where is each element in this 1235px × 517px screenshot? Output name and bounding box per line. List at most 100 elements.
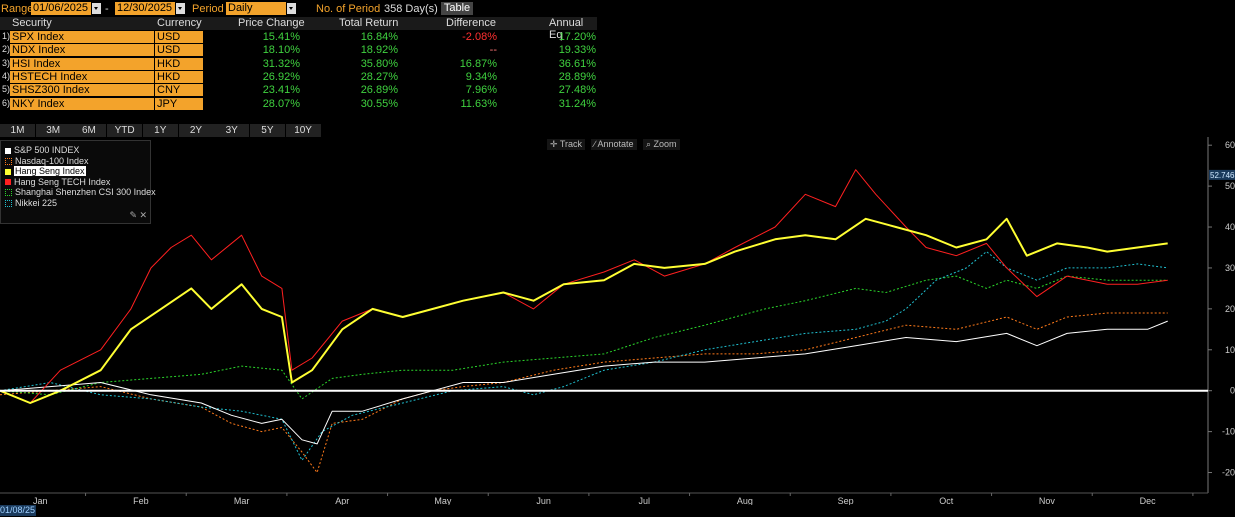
chart-legend: ✎ ✕ S&P 500 INDEX Nasdaq-100 Index Hang Se… — [0, 140, 156, 224]
security-name[interactable]: SHSZ300 Index — [10, 84, 154, 97]
legend-item[interactable]: Hang Seng Index — [5, 166, 86, 177]
row-number: 1) — [2, 31, 11, 41]
tab-6m[interactable]: 6M — [71, 124, 108, 137]
period-label: Period — [192, 3, 224, 15]
tab-3y[interactable]: 3Y — [214, 124, 251, 137]
y-tick-label: 60 — [1225, 140, 1235, 150]
tab-1m[interactable]: 1M — [0, 124, 36, 137]
total-return: 16.84% — [360, 31, 398, 43]
price-change: 26.92% — [262, 70, 300, 83]
end-date-dropdown-icon[interactable] — [176, 3, 185, 14]
x-tick-label: Oct — [939, 496, 954, 505]
tool-label: Track — [559, 139, 583, 149]
legend-swatch — [5, 147, 11, 154]
annotate-tool-button[interactable]: ∕ Annotate — [591, 139, 637, 150]
difference: 7.96% — [465, 84, 497, 97]
end-date-field[interactable]: 12/30/2025 — [115, 2, 175, 15]
range-dash: - — [105, 3, 109, 15]
x-tick-label: Sep — [838, 496, 854, 505]
series-line-s-p-500-index — [0, 320, 1168, 445]
y-tick-label: -10 — [1222, 427, 1235, 437]
y-tick-label: 20 — [1225, 304, 1235, 314]
currency-code: CNY — [155, 84, 203, 97]
table-row[interactable]: 4) HSTECH Index HKD 26.92% 28.27% 9.34% 28.89% — [0, 70, 597, 84]
start-date-field[interactable]: 01/06/2025 — [31, 2, 91, 15]
crosshair-icon: ✛ — [550, 139, 560, 149]
currency-code: HKD — [155, 70, 203, 83]
legend-label: S&P 500 INDEX — [14, 145, 80, 155]
legend-swatch — [5, 168, 11, 175]
tool-label: Annotate — [597, 139, 634, 149]
x-tick-label: Nov — [1039, 496, 1056, 505]
tab-1y[interactable]: 1Y — [142, 124, 179, 137]
difference: 9.34% — [465, 70, 497, 83]
tab-ytd[interactable]: YTD — [107, 124, 144, 137]
annual-eq: 36.61% — [558, 57, 596, 70]
legend-label: Hang Seng Index — [14, 166, 86, 176]
x-tick-label: Jan — [33, 496, 48, 505]
difference: -- — [489, 44, 497, 57]
security-name[interactable]: HSI Index — [10, 57, 154, 70]
footer-date: 01/08/25 — [0, 505, 36, 516]
period-dropdown-icon[interactable] — [287, 3, 296, 14]
annual-eq: 28.89% — [558, 70, 596, 83]
table-row[interactable]: 1) SPX Index USD 15.41% 16.84% -2.08% 17.20% — [0, 31, 597, 44]
y-tick-label: -20 — [1222, 468, 1235, 478]
x-tick-label: Dec — [1140, 496, 1157, 505]
row-number: 2) — [2, 44, 11, 55]
table-row[interactable]: 3) HSI Index HKD 31.32% 35.80% 16.87% 36.61% — [0, 57, 597, 71]
security-name[interactable]: HSTECH Index — [10, 70, 154, 83]
col-security: Security — [12, 17, 52, 29]
security-name[interactable]: NKY Index — [10, 97, 154, 110]
legend-item[interactable]: Hang Seng TECH Index — [5, 177, 110, 188]
currency-code: USD — [155, 44, 203, 57]
x-tick-label: Jun — [536, 496, 551, 505]
legend-item[interactable]: Nikkei 225 — [5, 198, 57, 209]
y-tick-label: 30 — [1225, 263, 1235, 273]
legend-label: Nasdaq-100 Index — [15, 155, 89, 166]
tab-2y[interactable]: 2Y — [178, 124, 215, 137]
security-name[interactable]: NDX Index — [10, 44, 154, 57]
difference: 11.63% — [460, 97, 498, 110]
y-tick-label: 10 — [1225, 345, 1235, 355]
pin-icon[interactable]: ✎ — [129, 210, 137, 221]
top-bar: Range 01/06/2025 - 12/30/2025 Period Dai… — [0, 0, 1235, 17]
period-select[interactable]: Daily — [226, 2, 286, 15]
performance-chart[interactable]: 60 50 40 30 20 10 0 -10 -20 Jan Feb Mar Apr May Jun Jul… — [0, 137, 1235, 505]
legend-swatch — [5, 179, 11, 186]
start-date-dropdown-icon[interactable] — [92, 3, 101, 14]
y-tick-label: 40 — [1225, 222, 1235, 232]
difference: 16.87% — [459, 57, 497, 70]
num-period-value: 358 Day(s) — [384, 3, 438, 15]
currency-code: HKD — [155, 57, 203, 70]
tab-10y[interactable]: 10Y — [285, 124, 322, 137]
legend-item[interactable]: Nasdaq-100 Index — [5, 156, 89, 167]
total-return: 18.92% — [360, 44, 398, 57]
track-tool-button[interactable]: ✛ Track — [547, 139, 586, 150]
tab-5y[interactable]: 5Y — [249, 124, 286, 137]
tab-3m[interactable]: 3M — [35, 124, 72, 137]
x-tick-label: Feb — [133, 496, 149, 505]
legend-swatch — [5, 189, 12, 197]
total-return: 35.80% — [360, 57, 398, 70]
col-currency: Currency — [157, 17, 202, 29]
currency-code: JPY — [155, 97, 203, 110]
price-change: 31.32% — [262, 57, 300, 70]
table-button[interactable]: Table — [441, 2, 473, 15]
row-number: 3) — [2, 57, 11, 68]
x-tick-label: Jul — [639, 496, 651, 505]
series-line-nasdaq-100-index — [0, 312, 1168, 473]
table-row[interactable]: 6) NKY Index JPY 28.07% 30.55% 11.63% 31.24% — [0, 97, 597, 111]
price-change: 18.10% — [262, 44, 300, 57]
legend-swatch — [5, 199, 12, 207]
close-icon[interactable]: ✕ — [139, 210, 147, 221]
row-number: 4) — [2, 70, 11, 81]
table-row[interactable]: 5) SHSZ300 Index CNY 23.41% 26.89% 7.96% 27.48… — [0, 84, 597, 97]
zoom-tool-button[interactable]: ⌕ Zoom — [643, 139, 680, 150]
legend-item[interactable]: S&P 500 INDEX — [5, 145, 79, 156]
num-period-label: No. of Period — [316, 3, 381, 15]
legend-label: Hang Seng TECH Index — [14, 176, 111, 187]
legend-item[interactable]: Shanghai Shenzhen CSI 300 Index — [5, 187, 156, 198]
security-name[interactable]: SPX Index — [10, 31, 154, 43]
table-row[interactable]: 2) NDX Index USD 18.10% 18.92% -- 19.33% — [0, 44, 597, 57]
